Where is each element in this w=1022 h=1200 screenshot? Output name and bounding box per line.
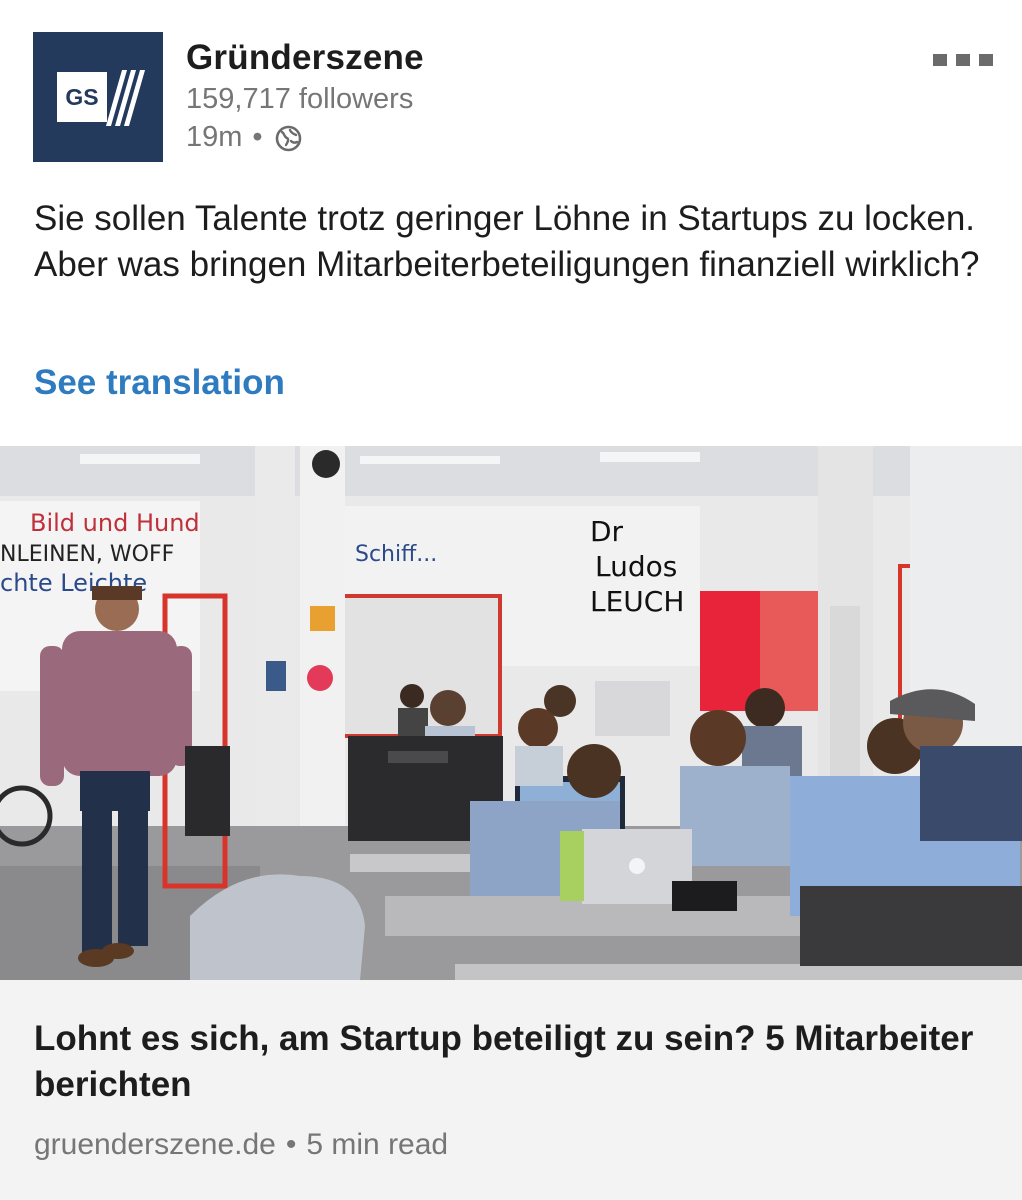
svg-text:Ludos: Ludos [595, 550, 677, 583]
svg-text:Bild und Hund: Bild und Hund [30, 509, 200, 537]
article-read-time: 5 min read [306, 1128, 449, 1161]
svg-text:LEUCH: LEUCH [590, 585, 684, 618]
post-age: 19m [186, 121, 243, 153]
post-commentary: Sie sollen Talente trotz geringer Löhne … [34, 199, 980, 284]
article-meta: gruenderszene.de • 5 min read [34, 1125, 448, 1165]
feed-post: GS Gründerszene 159,717 followers 19m • [0, 0, 1022, 1200]
meta-separator: • [252, 121, 263, 153]
article-meta-separator: • [285, 1128, 297, 1161]
article-preview[interactable]: Lohnt es sich, am Startup beteiligt zu s… [0, 980, 1022, 1200]
article-source: gruenderszene.de [34, 1128, 276, 1161]
gs-logo-mark: GS [57, 70, 146, 126]
svg-text:Dr: Dr [590, 515, 624, 548]
author-name[interactable]: Gründerszene [186, 36, 424, 80]
author-info: Gründerszene 159,717 followers 19m • [186, 36, 424, 156]
post-header: GS Gründerszene 159,717 followers 19m • [33, 32, 993, 164]
see-translation-link[interactable]: See translation [34, 360, 285, 406]
svg-text:Schiff...: Schiff... [355, 542, 437, 567]
article-image[interactable]: Bild und Hund NLEINEN, WOFF chte Leichte… [0, 446, 1022, 980]
svg-text:NLEINEN, WOFF: NLEINEN, WOFF [0, 542, 174, 567]
more-options-icon[interactable] [933, 54, 993, 72]
company-logo[interactable]: GS [33, 32, 163, 162]
post-meta: 19m • [186, 118, 424, 156]
follower-count: 159,717 followers [186, 83, 414, 115]
globe-icon [275, 124, 302, 151]
logo-text: GS [57, 72, 107, 122]
article-title[interactable]: Lohnt es sich, am Startup beteiligt zu s… [34, 1016, 974, 1108]
